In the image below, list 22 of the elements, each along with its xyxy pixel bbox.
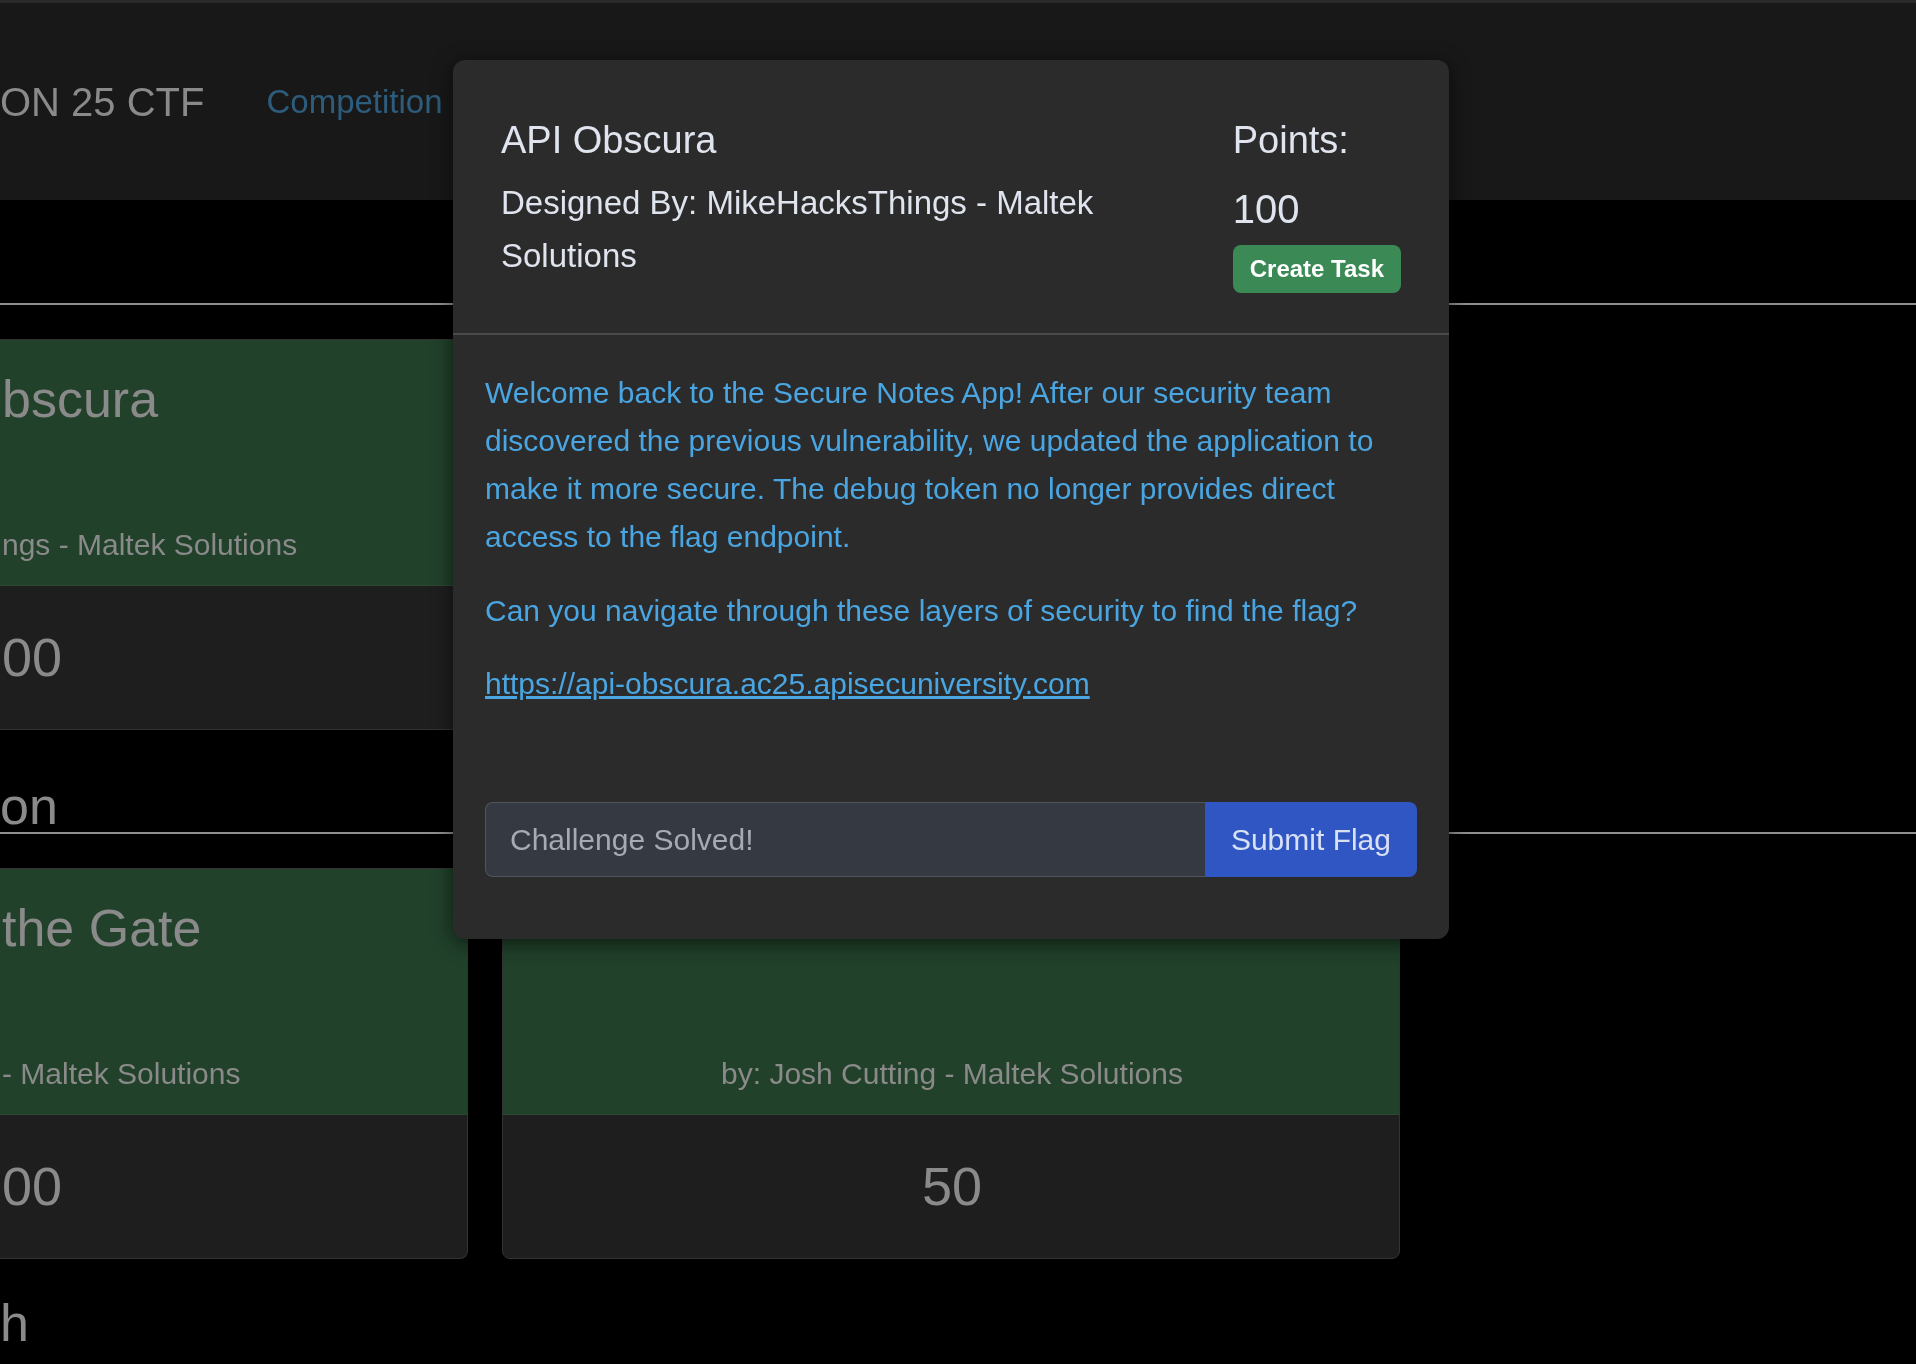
submit-flag-button[interactable]: Submit Flag — [1204, 802, 1417, 877]
card-points: 00 — [1, 1155, 64, 1218]
card-points: 50 — [920, 1155, 984, 1218]
create-task-button[interactable]: Create Task — [1232, 245, 1401, 293]
modal-title: API Obscura — [501, 118, 718, 163]
card-author: ngs - Maltek Solutions — [2, 527, 299, 563]
card-points: 00 — [1, 626, 64, 689]
card-author: by: Josh Cutting - Maltek Solutions — [720, 1056, 1184, 1092]
card-title: the Gate — [2, 898, 203, 959]
points-label: Points: — [1232, 118, 1350, 163]
challenge-link[interactable]: https://api-obscura.ac25.apisecuniversity.com — [485, 667, 1090, 700]
nav-link[interactable]: Competition — [266, 76, 443, 127]
brand-title: ON 25 CTF — [0, 78, 205, 126]
description-paragraph: Welcome back to the Secure Notes App! After our security team discovered the previous vulnerability, we updated the application to make it more secure. The debug token no longer provides direct access to the flag endpoint. — [485, 375, 1375, 555]
designer-text: Designed By: MikeHacksThings - Maltek Solutions — [501, 183, 1095, 276]
flag-input[interactable]: Challenge Solved! — [485, 802, 1205, 877]
section-heading: h — [0, 1297, 30, 1349]
section-heading: on — [0, 780, 59, 832]
points-value: 100 — [1232, 186, 1301, 233]
description-paragraph: Can you navigate through these layers of security to find the flag? — [485, 593, 1359, 629]
card-author: - Maltek Solutions — [2, 1056, 242, 1092]
card-title: bscura — [2, 369, 160, 430]
